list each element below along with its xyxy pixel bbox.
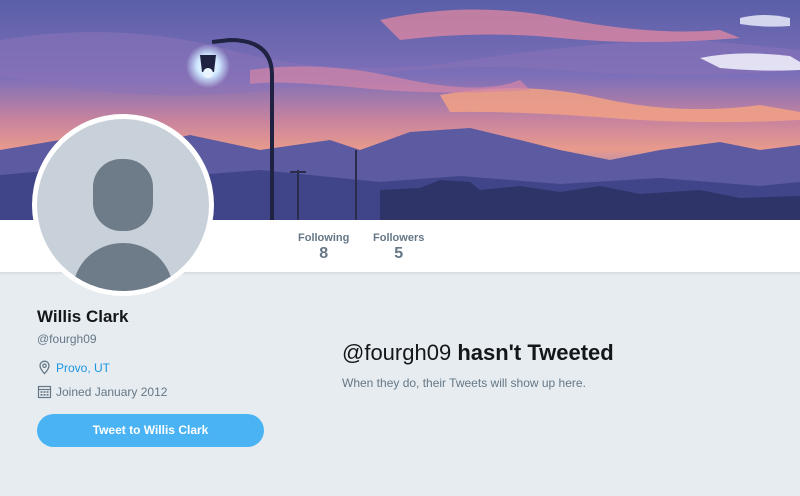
profile-location: Provo, UT (37, 360, 110, 375)
calendar-icon (37, 384, 52, 399)
avatar[interactable] (32, 114, 214, 296)
location-link[interactable]: Provo, UT (56, 361, 110, 375)
followers-stat[interactable]: Followers 5 (373, 232, 424, 263)
empty-timeline-title: @fourgh09 hasn't Tweeted (342, 340, 614, 366)
followers-count: 5 (394, 245, 404, 262)
followers-label: Followers (373, 232, 425, 244)
following-label: Following (298, 232, 350, 244)
following-stat[interactable]: Following 8 (298, 232, 349, 263)
profile-name[interactable]: Willis Clark (37, 307, 129, 327)
empty-timeline-handle: @fourgh09 (342, 340, 452, 365)
profile-joined: Joined January 2012 (37, 384, 167, 399)
tweet-to-button[interactable]: Tweet to Willis Clark (37, 414, 264, 447)
empty-timeline-message: hasn't Tweeted (457, 340, 614, 365)
joined-date: Joined January 2012 (56, 384, 168, 399)
map-pin-icon (37, 360, 52, 375)
empty-timeline-subtitle: When they do, their Tweets will show up … (342, 376, 586, 390)
profile-handle[interactable]: @fourgh09 (37, 332, 97, 346)
default-avatar-icon (37, 119, 209, 291)
following-count: 8 (319, 245, 329, 262)
